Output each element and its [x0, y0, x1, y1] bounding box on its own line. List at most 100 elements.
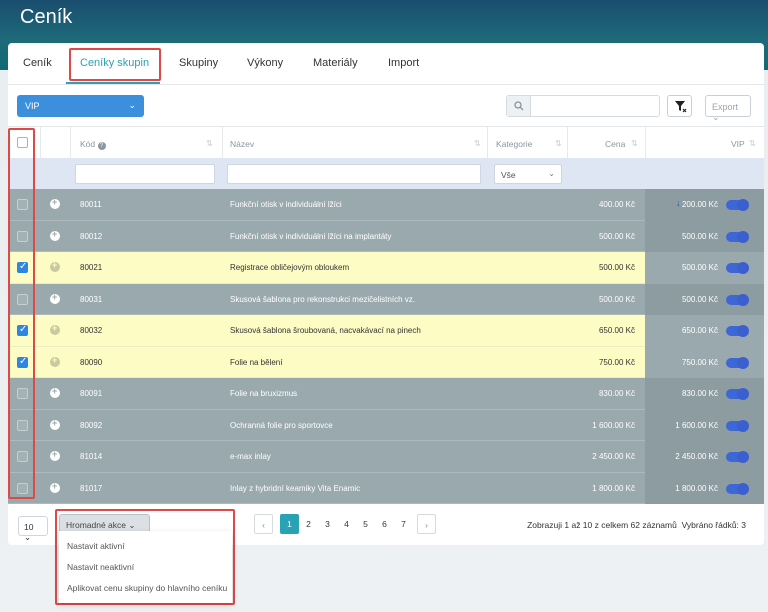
table-row[interactable]: +80092 Ochranná folie pro sportovce 1 600.… [8, 409, 764, 441]
expand-row-icon[interactable]: + [50, 355, 60, 367]
table-row[interactable]: +80091 Folie na bruxizmus 830.00 Kč 830.00 … [8, 378, 764, 410]
next-page-button[interactable]: › [417, 514, 436, 534]
row-code: 80092 [80, 420, 103, 430]
sort-icon[interactable]: ⇅ [631, 139, 638, 148]
expand-row-icon[interactable]: + [50, 229, 60, 241]
tab-vykony[interactable]: Výkony [247, 57, 283, 69]
expand-row-icon[interactable]: + [50, 323, 60, 335]
category-filter-select[interactable]: Vše ⌄ [494, 164, 562, 184]
table-row[interactable]: ✓ +80032 Skusová šablona šroubovaná, nacva… [8, 315, 764, 347]
row-name: Folie na bruxizmus [230, 389, 298, 398]
expand-row-icon[interactable]: + [50, 386, 60, 398]
row-name: Ochranná folie pro sportovce [230, 420, 333, 430]
vip-active-toggle[interactable] [726, 482, 749, 495]
table-row[interactable]: +80031 Skusová šablona pro rekonstrukci m… [8, 283, 764, 315]
name-filter-input[interactable] [227, 164, 481, 184]
table-row[interactable]: +80011 Funkční otisk v individuální lžíci… [8, 189, 764, 221]
row-vip-price[interactable]: 830.00 Kč [682, 389, 718, 398]
vip-active-toggle[interactable] [726, 419, 749, 432]
row-vip-price[interactable]: 750.00 Kč [682, 358, 718, 367]
export-button[interactable]: Export ⌄ [705, 95, 751, 122]
expand-row-icon[interactable]: + [50, 197, 60, 209]
sort-icon[interactable]: ⇅ [206, 139, 213, 148]
expand-row-icon[interactable]: + [50, 449, 60, 461]
page-5-button[interactable]: 5 [356, 514, 375, 534]
vip-active-toggle[interactable] [726, 325, 749, 337]
expand-row-icon[interactable]: + [50, 292, 60, 304]
page-1-button[interactable]: 1 [280, 514, 299, 534]
menu-item-apply-group-price[interactable]: Aplikovat cenu skupiny do hlavního ceník… [67, 583, 227, 593]
tab-highlight-box [69, 48, 161, 81]
vip-active-toggle[interactable] [726, 293, 749, 306]
table-row[interactable]: +80012 Funkční otisk v individuální lžíci… [8, 220, 764, 252]
col-vip-header[interactable]: VIP [731, 139, 745, 149]
row-vip-price[interactable]: 2 450.00 Kč [675, 452, 718, 461]
vip-active-toggle[interactable] [726, 451, 749, 463]
vip-active-toggle[interactable] [726, 262, 749, 274]
row-price: 750.00 Kč [598, 357, 635, 367]
sort-icon[interactable]: ⇅ [749, 139, 756, 148]
menu-item-set-inactive[interactable]: Nastavit neaktivní [67, 562, 134, 572]
page-2-button[interactable]: 2 [299, 514, 318, 534]
vip-active-toggle[interactable] [726, 199, 749, 211]
sort-icon[interactable]: ⇅ [474, 139, 481, 148]
table-row[interactable]: ✓ +80021 Registrace obličejovým obloukem 50… [8, 252, 764, 284]
row-vip-price[interactable]: 200.00 Kč [682, 200, 718, 209]
row-vip-price[interactable]: 500.00 Kč [682, 232, 718, 241]
table-row[interactable]: ✓ +80090 Folie na bělení 750.00 Kč 750.00 Kč [8, 346, 764, 378]
page-4-button[interactable]: 4 [337, 514, 356, 534]
row-name: Skusová šablona šroubovaná, nacvakávací … [230, 326, 421, 335]
prev-page-button[interactable]: ‹ [254, 514, 273, 534]
row-vip-price[interactable]: 500.00 Kč [682, 263, 718, 272]
expand-row-icon[interactable]: + [50, 260, 60, 272]
group-select[interactable]: VIP ⌄ [17, 95, 144, 117]
row-name: Funkční otisk v individuální lžíci na im… [230, 231, 392, 241]
search-input[interactable] [532, 96, 658, 116]
row-name: Skusová šablona pro rekonstrukci mezičel… [230, 294, 415, 304]
row-code: 80090 [80, 357, 103, 367]
row-vip-price[interactable]: 1 600.00 Kč [675, 421, 718, 430]
expand-row-icon[interactable]: + [50, 418, 60, 430]
row-vip-price[interactable]: 500.00 Kč [682, 295, 718, 304]
row-vip-price[interactable]: 650.00 Kč [682, 326, 718, 335]
export-label: Export [712, 102, 739, 112]
col-price-header[interactable]: Cena [605, 139, 625, 149]
active-tab-indicator [66, 82, 160, 84]
sort-icon[interactable]: ⇅ [555, 139, 562, 148]
filter-clear-icon [675, 101, 687, 113]
expand-row-icon[interactable]: + [50, 481, 60, 493]
chevron-down-icon: ⌄ [548, 169, 555, 178]
row-price: 830.00 Kč [598, 389, 635, 398]
page-6-button[interactable]: 6 [375, 514, 394, 534]
category-filter-value: Vše [501, 170, 516, 180]
page-3-button[interactable]: 3 [318, 514, 337, 534]
tab-cenik[interactable]: Ceník [23, 57, 52, 69]
vip-active-toggle[interactable] [726, 356, 749, 369]
clear-filter-button[interactable] [667, 95, 692, 117]
tab-skupiny[interactable]: Skupiny [179, 57, 218, 69]
row-price: 1 800.00 Kč [592, 483, 635, 493]
code-filter-input[interactable] [75, 164, 215, 184]
vip-active-toggle[interactable] [726, 230, 749, 243]
page-size-select[interactable]: 10 ⌄ [18, 516, 48, 542]
vip-active-toggle[interactable] [726, 388, 749, 400]
col-code-header[interactable]: Kód ? [80, 139, 106, 150]
col-name-header[interactable]: Název [230, 139, 254, 149]
row-price: 650.00 Kč [598, 326, 635, 335]
row-code: 80032 [80, 326, 103, 335]
menu-item-set-active[interactable]: Nastavit aktivní [67, 541, 125, 551]
row-code: 81017 [80, 483, 103, 493]
search-icon[interactable] [507, 96, 531, 116]
tab-materialy[interactable]: Materiály [313, 57, 358, 69]
row-name: Inlay z hybridní keamiky Vita Enamic [230, 483, 361, 493]
page-7-button[interactable]: 7 [394, 514, 413, 534]
table-row[interactable]: +81014 e-max inlay 2 450.00 Kč 2 450.00 Kč [8, 441, 764, 473]
table-row[interactable]: +81017 Inlay z hybridní keamiky Vita Enam… [8, 472, 764, 504]
row-vip-price[interactable]: 1 800.00 Kč [675, 484, 718, 493]
tab-import[interactable]: Import [388, 57, 419, 69]
group-select-value: VIP [25, 101, 40, 111]
chevron-down-icon: ⌄ [128, 100, 136, 110]
row-price: 2 450.00 Kč [592, 452, 635, 461]
row-code: 80021 [80, 263, 103, 272]
col-category-header[interactable]: Kategorie [496, 139, 532, 149]
